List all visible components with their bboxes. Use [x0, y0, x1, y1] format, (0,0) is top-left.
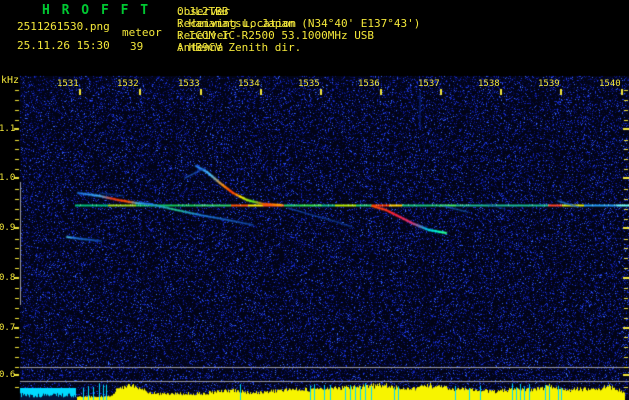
station-label: Antenna	[177, 42, 293, 54]
spectrogram-canvas	[0, 0, 629, 400]
app-title: H R O F F T	[42, 3, 150, 18]
station-row: Receiving Location:Hamamatsu, Japan (N34…	[177, 18, 629, 30]
y-tick-label: 0.8	[0, 273, 14, 283]
output-filename: 2511261530.png	[17, 20, 110, 33]
y-tick-label: 0.6	[0, 370, 14, 380]
x-tick-label: 1537	[418, 79, 439, 89]
x-tick-label: 1538	[478, 79, 499, 89]
x-tick-label: 1539	[538, 79, 559, 89]
datetime-label: 25.11.26 15:30	[17, 39, 110, 52]
x-tick-label: 1535	[298, 79, 319, 89]
x-tick-label: 1534	[238, 79, 259, 89]
y-tick-label: 0.7	[0, 323, 14, 333]
y-tick-label: 1.1	[0, 124, 14, 134]
x-tick-label: 1533	[178, 79, 199, 89]
y-tick-label: 0.9	[0, 223, 14, 233]
x-tick-label: 1536	[358, 79, 379, 89]
hrofft-window: H R O F F T 2511261530.png meteor 25.11.…	[0, 0, 629, 400]
x-tick-label: 1532	[117, 79, 138, 89]
x-tick-label: 1540	[599, 79, 620, 89]
station-row: Receiver:ICOM IC-R2500 53.1000MHz USB	[177, 30, 629, 42]
mode-label: meteor	[122, 26, 162, 39]
x-tick-label: 1531	[57, 79, 78, 89]
y-axis-unit: kHz	[1, 75, 19, 86]
station-info: Observer:JL2TBBReceiving Location:Hamama…	[177, 6, 629, 54]
y-tick-label: 1.0	[0, 173, 14, 183]
station-row: Antenna:HB9CV Zenith dir.	[177, 42, 629, 54]
meteor-count: 39	[130, 40, 143, 53]
